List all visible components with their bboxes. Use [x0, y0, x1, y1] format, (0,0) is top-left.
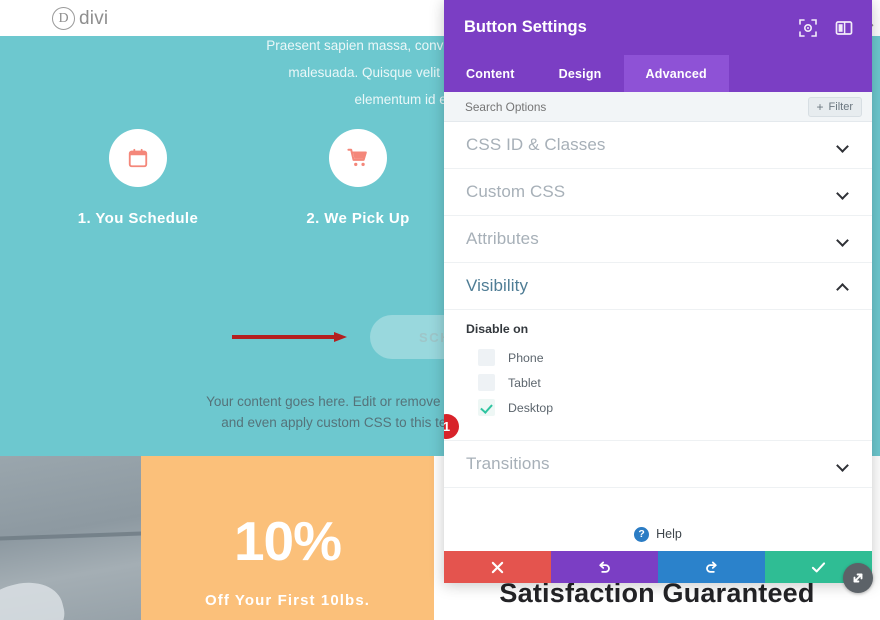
divi-logo[interactable]: D divi: [52, 7, 108, 30]
offer-subtitle: Off Your First 10lbs.: [204, 592, 371, 609]
calendar-icon-circle: [109, 129, 167, 187]
photo-blob: [0, 574, 71, 620]
chevron-down-icon: [836, 458, 850, 472]
plus-icon: +: [816, 99, 824, 114]
section-title: CSS ID & Classes: [466, 135, 606, 154]
feature-item-schedule: 1. You Schedule: [18, 129, 258, 227]
promo-photo: [0, 456, 141, 620]
disable-on-label: Disable on: [466, 322, 529, 336]
modal-body: CSS ID & Classes Custom CSS Attributes V…: [444, 122, 872, 551]
redo-icon: [706, 561, 717, 573]
visibility-panel: Disable on Phone Tablet Desktop 1: [444, 310, 872, 441]
section-title: Attributes: [466, 229, 539, 248]
checkbox-label: Phone: [508, 350, 544, 365]
arrow-shaft: [232, 335, 337, 339]
section-css-id-classes[interactable]: CSS ID & Classes: [444, 122, 872, 169]
button-settings-modal: Button Settings Content Design Advanced …: [444, 0, 872, 583]
filter-button-label: Filter: [828, 100, 853, 113]
chevron-up-icon: [836, 280, 850, 296]
modal-title: Button Settings: [464, 18, 587, 36]
checkbox-label: Tablet: [508, 375, 541, 390]
filter-button[interactable]: + Filter: [807, 96, 862, 117]
split-view-icon[interactable]: [834, 18, 854, 38]
chevron-down-icon: [836, 233, 850, 247]
checkbox-phone[interactable]: [478, 349, 495, 366]
feature-label: 2. We Pick Up: [306, 210, 410, 227]
shopping-cart-icon: [346, 148, 367, 167]
divi-logo-mark: D: [52, 7, 75, 30]
help-label: Help: [656, 527, 682, 541]
modal-header-actions: [798, 18, 854, 38]
search-input[interactable]: [465, 99, 808, 114]
modal-tabs: Content Design Advanced: [444, 55, 872, 92]
section-title: Transitions: [466, 454, 550, 473]
help-icon: ?: [634, 526, 650, 542]
step-badge: 1: [444, 414, 459, 439]
chevron-down-icon: [836, 186, 850, 200]
tab-advanced[interactable]: Advanced: [623, 55, 729, 92]
divi-logo-text: divi: [79, 7, 109, 29]
modal-footer: [444, 551, 872, 583]
undo-icon: [599, 561, 610, 573]
checkbox-row-phone[interactable]: Phone: [466, 345, 850, 370]
resize-handle-icon[interactable]: [843, 563, 873, 593]
section-title: Custom CSS: [466, 182, 566, 201]
tab-content[interactable]: Content: [444, 55, 537, 92]
calendar-icon: [128, 148, 148, 168]
screenshot-root: Praesent sapien massa, convallis a pelle…: [0, 0, 880, 620]
arrow-head: [334, 332, 347, 342]
promo-offer-tile: 10% Off Your First 10lbs.: [141, 456, 434, 620]
shopping-cart-icon-circle: [329, 129, 387, 187]
check-icon: [811, 561, 826, 572]
x-icon: [491, 561, 504, 573]
checkbox-row-desktop[interactable]: Desktop: [466, 395, 850, 420]
section-attributes[interactable]: Attributes: [444, 216, 872, 263]
chevron-down-icon: [836, 139, 850, 153]
section-transitions[interactable]: Transitions: [444, 441, 872, 488]
offer-percent: 10%: [233, 510, 342, 572]
cancel-button[interactable]: [444, 551, 551, 583]
section-visibility[interactable]: Visibility: [444, 263, 872, 310]
checkbox-desktop[interactable]: [478, 399, 495, 416]
help-row[interactable]: ? Help: [444, 488, 872, 551]
redo-button[interactable]: [658, 551, 765, 583]
section-custom-css[interactable]: Custom CSS: [444, 169, 872, 216]
checkbox-label: Desktop: [508, 400, 554, 415]
photo-streak: [0, 531, 141, 541]
feature-label: 1. You Schedule: [77, 210, 199, 227]
modal-header: Button Settings: [444, 0, 872, 55]
red-arrow-annotation: [232, 332, 350, 342]
undo-button[interactable]: [551, 551, 658, 583]
section-title: Visibility: [466, 276, 529, 295]
checkbox-tablet[interactable]: [478, 374, 495, 391]
feature-item-pickup: 2. We Pick Up: [238, 129, 478, 227]
search-options-bar: + Filter: [444, 92, 872, 122]
tab-design[interactable]: Design: [537, 55, 624, 92]
checkbox-row-tablet[interactable]: Tablet: [466, 370, 850, 395]
fullscreen-icon[interactable]: [798, 18, 818, 38]
